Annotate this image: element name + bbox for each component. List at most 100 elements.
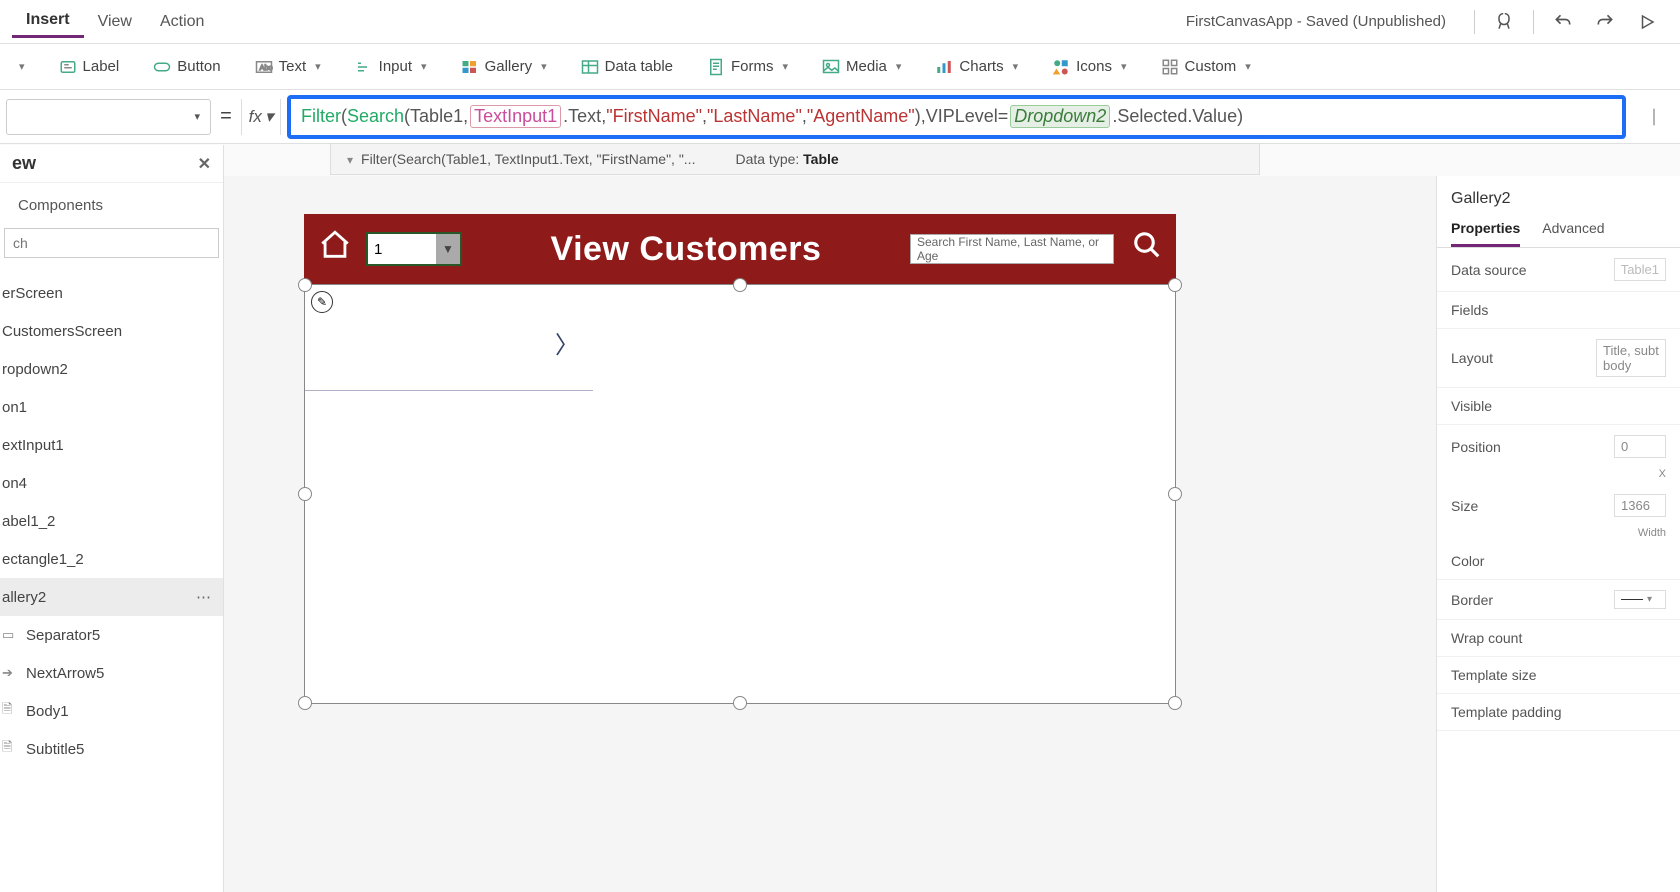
prop-position[interactable]: Position 0 [1437,425,1680,468]
top-menubar: Insert View Action FirstCanvasApp - Save… [0,0,1680,44]
property-selector[interactable]: ▾ [6,99,211,135]
prop-fields[interactable]: Fields [1437,292,1680,329]
prop-visible[interactable]: Visible [1437,388,1680,425]
tree-view-panel: ew ✕ Components erScreen CustomersScreen… [0,145,224,892]
tree-list: erScreen CustomersScreen ropdown2 on1 ex… [0,274,223,768]
separator-icon: ▭ [2,627,20,643]
custom-icon [1161,58,1179,76]
menu-tab-insert[interactable]: Insert [12,5,84,38]
tree-view-title: ew [12,153,36,174]
prop-wrap-count[interactable]: Wrap count [1437,620,1680,657]
chevron-down-icon[interactable]: ▾ [347,153,353,167]
redo-icon[interactable] [1588,5,1622,39]
gallery-template-item[interactable]: 〉 [305,285,593,391]
viplevel-dropdown[interactable]: 1 ▼ [366,232,462,266]
tree-item-on1[interactable]: on1 [0,388,223,426]
text-icon: 🗎 [2,700,20,722]
tree-item-dropdown2[interactable]: ropdown2 [0,350,223,388]
ribbon-forms[interactable]: Forms▾ [699,54,796,80]
resize-handle[interactable] [1168,696,1182,710]
text-icon: Abc [255,58,273,76]
tree-tab-components[interactable]: Components [8,191,113,220]
resize-handle[interactable] [298,696,312,710]
text-icon: 🗎 [2,738,20,760]
app-checker-icon[interactable] [1487,5,1521,39]
ribbon-label[interactable]: Label [51,54,128,80]
gallery2-selection[interactable]: ✎ 〉 [304,284,1176,704]
tree-item-subtitle5[interactable]: 🗎Subtitle5 [0,730,223,768]
ribbon-new-dropdown[interactable]: ▾ [8,56,33,77]
resize-handle[interactable] [733,696,747,710]
ribbon-datatable[interactable]: Data table [573,54,681,80]
close-icon[interactable]: ✕ [198,154,211,174]
ribbon-gallery-text: Gallery [485,58,533,75]
tree-item-gallery2[interactable]: allery2⋯ [0,578,223,616]
ribbon-icons-text: Icons [1076,58,1112,75]
tree-item-body1[interactable]: 🗎Body1 [0,692,223,730]
ribbon-button-text: Button [177,58,220,75]
tree-item-rectangle1-2[interactable]: ectangle1_2 [0,540,223,578]
prop-data-source[interactable]: Data source Table1 [1437,248,1680,292]
formula-breadcrumb: ▾ Filter(Search(Table1, TextInput1.Text, … [330,143,1260,175]
resize-handle[interactable] [298,487,312,501]
ribbon-gallery[interactable]: Gallery▾ [453,54,555,80]
label-icon [59,58,77,76]
tree-item-nextarrow5[interactable]: ➔NextArrow5 [0,654,223,692]
play-icon[interactable] [1630,5,1664,39]
resize-handle[interactable] [1168,487,1182,501]
equals-sign: = [211,105,241,128]
selected-control-name: Gallery2 [1437,186,1680,212]
prop-template-size[interactable]: Template size [1437,657,1680,694]
prop-size[interactable]: Size 1366 [1437,484,1680,527]
size-width-label: Width [1437,527,1680,543]
input-icon [355,58,373,76]
ribbon-text-text: Text [279,58,307,75]
tree-item-label1-2[interactable]: abel1_2 [0,502,223,540]
menu-tab-action[interactable]: Action [146,7,218,37]
prop-template-padding[interactable]: Template padding [1437,694,1680,731]
tree-item-on4[interactable]: on4 [0,464,223,502]
svg-text:Abc: Abc [259,63,272,72]
tree-item-erscreen[interactable]: erScreen [0,274,223,312]
more-icon[interactable]: ⋯ [196,588,213,606]
ribbon-charts[interactable]: Charts▾ [927,54,1026,80]
undo-icon[interactable] [1546,5,1580,39]
ribbon-custom[interactable]: Custom▾ [1153,54,1259,80]
prop-color[interactable]: Color [1437,543,1680,580]
prop-border[interactable]: Border ▾ [1437,580,1680,620]
ribbon-label-text: Label [83,58,120,75]
resize-handle[interactable] [298,278,312,292]
fx-label[interactable]: fx▾ [241,99,281,135]
tree-item-customersscreen[interactable]: CustomersScreen [0,312,223,350]
breadcrumb-text: Filter(Search(Table1, TextInput1.Text, "… [361,151,695,167]
position-x-label: X [1437,468,1680,484]
charts-icon [935,58,953,76]
resize-handle[interactable] [1168,278,1182,292]
tab-advanced[interactable]: Advanced [1542,220,1604,247]
prop-layout[interactable]: Layout Title, subt body [1437,329,1680,388]
next-arrow-icon[interactable]: 〉 [555,325,579,360]
search-icon[interactable] [1132,230,1162,268]
menu-tab-view[interactable]: View [84,7,146,37]
formula-input[interactable]: Filter(Search(Table1, TextInput1.Text, "… [287,95,1626,139]
app-search-input[interactable]: Search First Name, Last Name, or Age [910,234,1114,264]
ribbon-button[interactable]: Button [145,54,228,80]
ribbon-input[interactable]: Input▾ [347,54,435,80]
divider [1533,10,1534,34]
properties-panel: Gallery2 Properties Advanced Data source… [1436,176,1680,892]
ribbon-input-text: Input [379,58,412,75]
home-icon[interactable] [318,228,352,270]
tree-search-input[interactable] [4,228,219,258]
datatype-label: Data type: Table [735,151,838,167]
app-state-label: FirstCanvasApp - Saved (Unpublished) [1186,13,1446,30]
formula-expand[interactable] [1634,107,1674,127]
ribbon-text[interactable]: Abc Text▾ [247,54,329,80]
ribbon-custom-text: Custom [1185,58,1237,75]
dropdown-value: 1 [374,241,382,258]
ribbon-icons[interactable]: Icons▾ [1044,54,1134,80]
tree-item-textinput1[interactable]: extInput1 [0,426,223,464]
tree-item-separator5[interactable]: ▭Separator5 [0,616,223,654]
tab-properties[interactable]: Properties [1451,220,1520,247]
resize-handle[interactable] [733,278,747,292]
ribbon-media[interactable]: Media▾ [814,54,909,80]
